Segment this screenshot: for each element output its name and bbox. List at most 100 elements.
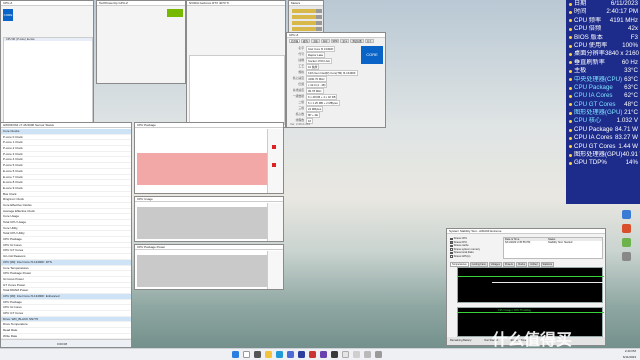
overlay-row-value: 40.91 W bbox=[622, 151, 640, 159]
checkbox-icon[interactable] bbox=[450, 255, 453, 259]
overlay-row-label: CPU 核心 bbox=[569, 117, 601, 125]
checkbox-icon[interactable] bbox=[450, 251, 453, 255]
app-taskbar-icon[interactable] bbox=[353, 351, 360, 358]
overlay-row-label: BIOS 版本 bbox=[569, 34, 603, 42]
sysinfo-titlebar[interactable]: NVIDIA GeForce RTX 4070 Ti bbox=[187, 1, 285, 6]
aida64-taskbar-icon[interactable] bbox=[309, 351, 316, 358]
intel-core-logo: CORE bbox=[361, 46, 383, 64]
overlay-row-label: CPU IA Cores bbox=[569, 134, 613, 142]
bullet-icon bbox=[569, 61, 572, 65]
graph-titlebar[interactable]: CPU Usage bbox=[135, 197, 283, 202]
overlay-row-label: CPU IA Cores bbox=[569, 92, 613, 100]
cpuz-tab[interactable]: 缓存 bbox=[301, 39, 310, 43]
cpuz-tab[interactable]: 处理器 bbox=[289, 39, 301, 43]
cpuz-tab[interactable]: SPD bbox=[330, 39, 340, 43]
checkbox-icon[interactable] bbox=[450, 241, 453, 244]
overlay-row-value: 83.27 W bbox=[614, 134, 638, 142]
overlay-label-text: CPU GT Cores bbox=[574, 142, 616, 150]
overlay-row: GPU TDP% 14% bbox=[566, 159, 640, 167]
sensor-name: P-core 5 Clock bbox=[3, 163, 23, 168]
sensor-name: IA Limit Reasons bbox=[3, 254, 26, 259]
start-icon[interactable] bbox=[232, 351, 239, 358]
log-row: 6/11/2023 2:35:55 PM Stability Test: Sta… bbox=[504, 241, 602, 244]
cpuz-tab[interactable]: 测试分数 bbox=[350, 39, 364, 43]
checkbox-icon[interactable] bbox=[450, 248, 453, 251]
desktop-shortcut-icon[interactable] bbox=[622, 224, 631, 233]
gpuz-taskbar-icon[interactable] bbox=[331, 351, 338, 358]
overlay-row-value: F3 bbox=[630, 33, 638, 41]
meter-bar bbox=[292, 27, 322, 31]
meters-titlebar[interactable]: Meters bbox=[289, 1, 323, 6]
overlay-row: 垂直刷新率 60 Hz bbox=[566, 59, 640, 67]
app-taskbar-icon[interactable] bbox=[364, 351, 371, 358]
bullet-icon bbox=[569, 53, 572, 57]
overlay-label-text: 中央处理器(CPU) bbox=[574, 75, 623, 83]
store-icon[interactable] bbox=[287, 351, 294, 358]
overlay-row-value: 4191 MHz bbox=[609, 16, 638, 24]
browser-icon[interactable] bbox=[276, 351, 283, 358]
desktop-shortcut-icon[interactable] bbox=[622, 252, 631, 261]
sensor-name: P-core 4 Clock bbox=[3, 157, 23, 162]
sensor-name: E-core 6 Clock bbox=[3, 168, 23, 173]
bullet-icon bbox=[569, 86, 572, 90]
desktop-shortcut-icon[interactable] bbox=[622, 210, 631, 219]
sensor-name: CPU IA Cores bbox=[3, 305, 22, 310]
graph-titlebar[interactable]: CPU Package Power bbox=[135, 245, 283, 250]
overlay-label-text: 时间 bbox=[574, 8, 587, 16]
scale-marker bbox=[272, 163, 276, 167]
intel-core-logo: CORE bbox=[3, 9, 13, 21]
bullet-icon bbox=[569, 2, 572, 6]
taskbar-clock[interactable]: 2:40 PM 6/11/2023 bbox=[623, 349, 636, 360]
bullet-icon bbox=[569, 120, 572, 124]
graph-titlebar[interactable]: CPU Package bbox=[135, 123, 283, 128]
cpuz-tab[interactable]: 显卡 bbox=[340, 39, 350, 43]
bullet-icon bbox=[569, 94, 572, 98]
checkbox-icon[interactable] bbox=[450, 237, 453, 241]
sensor-name: P-core 1 Clock bbox=[3, 140, 23, 145]
overlay-row-label: GPU TDP% bbox=[569, 159, 607, 167]
remaining-battery-label: Remaining Battery: bbox=[450, 339, 473, 342]
overlay-label-text: CPU Package bbox=[574, 125, 613, 133]
hwinfo-taskbar-icon[interactable] bbox=[298, 351, 305, 358]
sensor-name: Total CPU Usage bbox=[3, 220, 27, 224]
task-view-icon[interactable] bbox=[254, 351, 261, 358]
bullet-icon bbox=[569, 111, 572, 115]
graph-area bbox=[137, 255, 267, 287]
cpuz-tab[interactable]: 主板 bbox=[310, 39, 320, 43]
cpuz-info-titlebar[interactable]: CPU-Z bbox=[1, 1, 93, 6]
cpuz-taskbar-icon[interactable] bbox=[320, 351, 327, 358]
taskbar-date: 6/11/2023 bbox=[622, 354, 636, 359]
overlay-row: CPU 频率 4191 MHz bbox=[566, 17, 640, 25]
cpuz-dialog-titlebar[interactable]: CPU-Z bbox=[287, 33, 385, 38]
sensor-name: Drive Temperature bbox=[3, 322, 28, 327]
overlay-row-value: 62°C bbox=[624, 92, 638, 100]
overlay-label-text: CPU 倍频 bbox=[574, 25, 602, 33]
checkbox-icon[interactable] bbox=[450, 244, 453, 248]
meter-bar bbox=[292, 15, 322, 19]
overlay-label-text: CPU 核心 bbox=[574, 117, 602, 125]
search-icon[interactable] bbox=[243, 351, 250, 358]
overlay-row-value: 60 Hz bbox=[621, 58, 638, 66]
cpuz-tab[interactable]: 内存 bbox=[320, 39, 330, 43]
overlay-row-value: 63°C bbox=[624, 83, 638, 91]
overlay-row-value: 48°C bbox=[624, 100, 638, 108]
stress-option[interactable]: Stress GPU(s) bbox=[450, 255, 500, 259]
sensor-name: E-core 8 Clock bbox=[3, 180, 23, 185]
sensor-name: CPU GT Cores bbox=[3, 248, 24, 253]
sensor-name: CPU IA Cores bbox=[3, 242, 22, 247]
overlay-row-label: 桌面分辨率 bbox=[569, 50, 605, 58]
app-taskbar-icon[interactable] bbox=[342, 351, 349, 358]
gpuz-titlebar[interactable]: TechPowerUp GPU-Z bbox=[97, 1, 185, 6]
cpuz-tab[interactable]: 关于 bbox=[364, 39, 374, 43]
overlay-row-value: 2:40:17 PM bbox=[606, 8, 638, 16]
sensor-name: Core Clocks bbox=[3, 129, 20, 133]
overlay-row: CPU 倍频 42x bbox=[566, 25, 640, 33]
hwinfo-titlebar[interactable]: HWiNFO64 v7.46-5000 Sensor Status bbox=[1, 123, 131, 128]
desktop-shortcut-icon[interactable] bbox=[622, 238, 631, 247]
overlay-row-label: CPU 倍频 bbox=[569, 25, 601, 33]
app-taskbar-icon[interactable] bbox=[375, 351, 382, 358]
bullet-icon bbox=[569, 162, 572, 166]
sensor-name: GT Cores Power bbox=[3, 282, 26, 287]
stability-titlebar[interactable]: System Stability Test - AIDA64 Extreme bbox=[447, 229, 605, 234]
file-explorer-icon[interactable] bbox=[265, 351, 272, 358]
